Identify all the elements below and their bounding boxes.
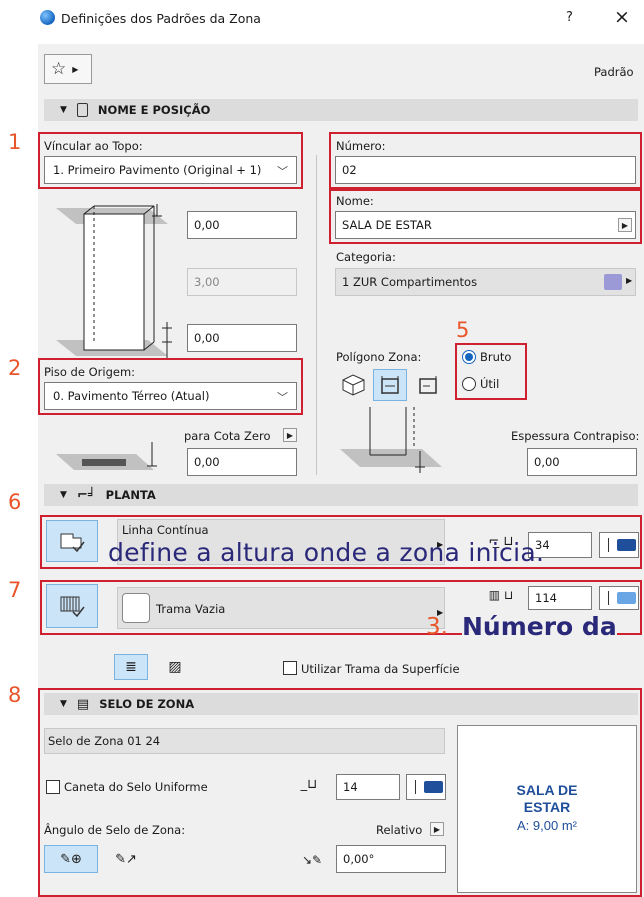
to-project-zero-field[interactable]: 0,00 bbox=[187, 448, 297, 476]
highlight-4 bbox=[329, 189, 642, 244]
annotation-number-5: 5 bbox=[456, 318, 470, 342]
floor-thickness-label: Espessura Contrapiso: bbox=[511, 429, 640, 443]
highlight-5 bbox=[455, 343, 527, 400]
window-title: Definições dos Padrões da Zona bbox=[61, 11, 261, 26]
annotation-number-2: 2 bbox=[8, 356, 22, 380]
caption-overlay-2-text: Número da bbox=[462, 612, 617, 641]
category-select[interactable]: 1 ZUR Compartimentos bbox=[335, 268, 636, 296]
solid-fill-icon[interactable]: ≣ bbox=[114, 654, 148, 680]
close-button[interactable]: × bbox=[614, 6, 630, 28]
category-label: Categoria: bbox=[336, 250, 396, 264]
collapse-chevron-icon: ▼ bbox=[60, 490, 67, 500]
top-offset-field[interactable]: 0,00 bbox=[187, 211, 297, 239]
zone-height-diagram bbox=[56, 204, 172, 360]
polygon-manual-icon[interactable] bbox=[336, 370, 370, 400]
surface-fill-label: Utilizar Trama da Superfície bbox=[301, 662, 460, 676]
section-title: PLANTA bbox=[105, 488, 156, 502]
category-value: 1 ZUR Compartimentos bbox=[342, 275, 478, 289]
annotation-number-6: 6 bbox=[8, 490, 22, 514]
column-divider bbox=[316, 155, 317, 475]
arrow-right-icon: ▶ bbox=[72, 64, 79, 74]
polygon-inner-edge-icon[interactable] bbox=[413, 370, 443, 400]
highlight-2 bbox=[38, 358, 303, 415]
project-zero-diagram bbox=[56, 442, 157, 470]
hatch-fill-icon[interactable]: ▨ bbox=[158, 654, 192, 680]
to-project-zero-label: para Cota Zero bbox=[184, 429, 271, 443]
caption-overlay-2-number: 3. bbox=[426, 614, 448, 640]
help-button[interactable]: ? bbox=[566, 10, 573, 25]
section-header-name-position[interactable]: ▼ NOME E POSIÇÃO bbox=[44, 99, 638, 121]
highlight-8 bbox=[38, 688, 642, 897]
zone-height-field: 3,00 bbox=[187, 268, 297, 296]
section-title: NOME E POSIÇÃO bbox=[97, 103, 211, 117]
highlight-3 bbox=[329, 132, 642, 189]
collapse-chevron-icon: ▼ bbox=[60, 105, 67, 115]
app-logo-icon bbox=[40, 10, 55, 25]
favorites-button[interactable]: ☆ ▶ bbox=[44, 54, 92, 84]
highlight-1 bbox=[38, 132, 303, 189]
surface-fill-checkbox[interactable] bbox=[283, 661, 297, 675]
floor-thickness-diagram bbox=[340, 407, 442, 473]
caption-overlay-1: define a altura onde a zona inicia. bbox=[108, 538, 545, 567]
star-icon: ☆ bbox=[51, 58, 67, 79]
floor-plan-icon: ⌐╛ bbox=[76, 487, 96, 503]
polygon-rectangle-icon[interactable] bbox=[373, 369, 407, 401]
annotation-number-7: 7 bbox=[8, 578, 22, 602]
arrow-right-icon[interactable]: ▶ bbox=[626, 276, 632, 285]
zone-settings-dialog: Definições dos Padrões da Zona ? × ☆ ▶ P… bbox=[0, 0, 644, 897]
annotation-number-1: 1 bbox=[8, 130, 22, 154]
category-color-swatch bbox=[604, 274, 622, 290]
polygon-label: Polígono Zona: bbox=[336, 350, 422, 364]
annotation-number-8: 8 bbox=[8, 683, 22, 707]
bottom-offset-field[interactable]: 0,00 bbox=[187, 324, 297, 352]
default-label: Padrão bbox=[594, 65, 634, 79]
tag-icon bbox=[76, 103, 88, 117]
arrow-right-icon[interactable]: ▶ bbox=[283, 428, 297, 442]
section-header-plan[interactable]: ▼ ⌐╛ PLANTA bbox=[44, 484, 638, 506]
floor-thickness-field[interactable]: 0,00 bbox=[527, 448, 637, 476]
